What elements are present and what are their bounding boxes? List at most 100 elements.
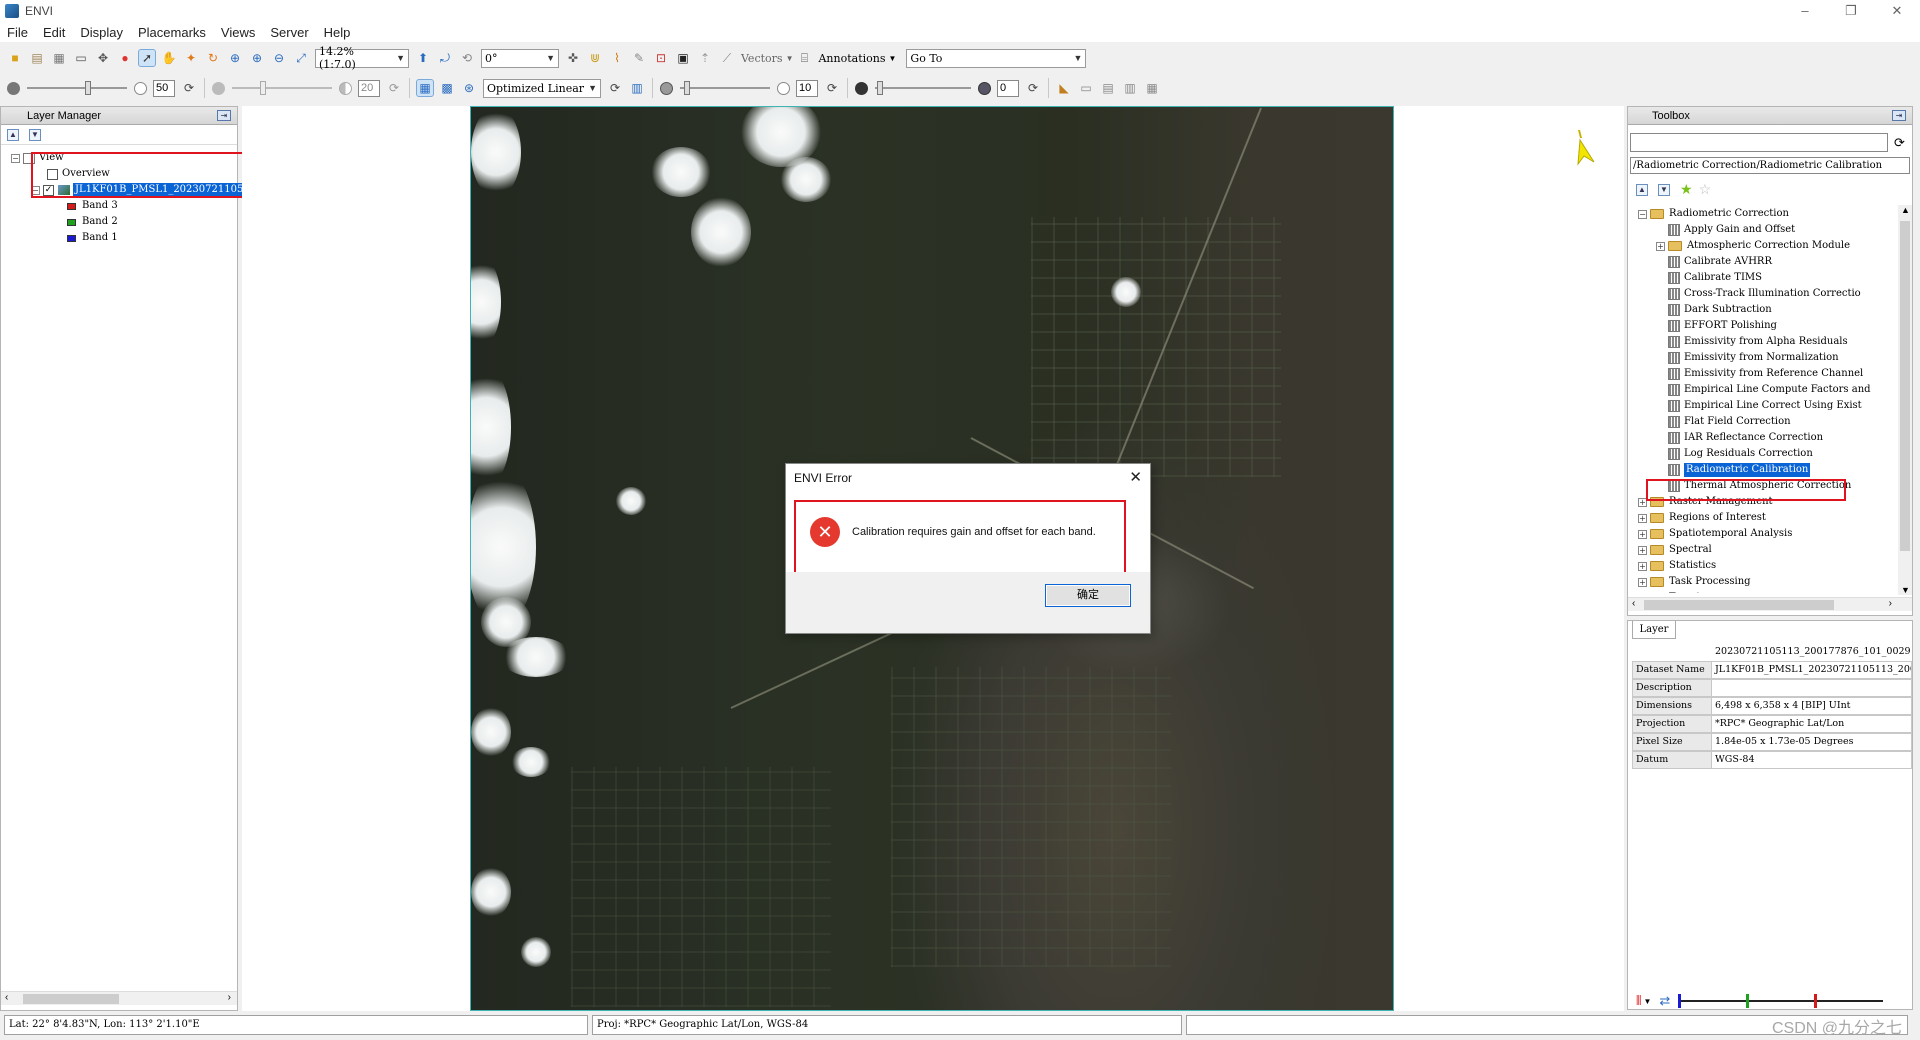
expand-all-icon[interactable]: ▼ [1658,183,1670,196]
toolbox-tool-item[interactable]: Radiometric Calibration [1656,463,1811,477]
reset-transparency-icon[interactable]: ⟳ [1025,80,1041,96]
tree-band-node[interactable]: Band 1 [67,231,118,245]
ok-button[interactable]: 确定 [1045,584,1131,607]
transparency-slider[interactable] [875,80,971,96]
toolbox-tool-item[interactable]: Empirical Line Correct Using Exist [1656,399,1862,413]
annotations-button[interactable]: Annotations [818,52,885,65]
menu-help[interactable]: Help [324,25,351,40]
menu-views[interactable]: Views [221,25,255,40]
save-tiff-icon[interactable]: ▦ [51,50,67,66]
tree-band-node[interactable]: Band 2 [67,215,118,229]
expand-icon[interactable]: + [1656,241,1665,251]
layer-manager-scrollbar[interactable]: ‹ › [1,991,237,1005]
crosshair-icon[interactable]: ✜ [565,50,581,66]
pan-view-icon[interactable]: ✥ [95,50,111,66]
tree-band-node[interactable]: Band 3 [67,199,118,213]
stretch-range-slider[interactable] [1678,994,1884,1008]
brightness-input[interactable]: 50 [153,79,175,97]
open-folder-icon[interactable]: ■ [7,50,23,66]
collapse-icon[interactable]: − [11,153,20,163]
toolbox-path-field[interactable]: /Radiometric Correction/Radiometric Cali… [1630,157,1910,174]
cycle-stretch-icon[interactable]: ⊛ [461,80,477,96]
minimize-button[interactable]: – [1782,0,1828,22]
link-icon[interactable]: ⇄ [1659,993,1670,1009]
layer-tab[interactable]: Layer [1632,621,1676,639]
toolbox-tool-item[interactable]: Cross-Track Illumination Correctio [1656,287,1861,301]
toolbox-tool-item[interactable]: IAR Reflectance Correction [1656,431,1823,445]
menu-file[interactable]: File [7,25,28,40]
toolbox-tool-item[interactable]: Flat Field Correction [1656,415,1791,429]
blend-icon[interactable]: ▭ [1078,80,1094,96]
data-manager-icon[interactable]: ▤ [29,50,45,66]
toolbox-tool-item[interactable]: Log Residuals Correction [1656,447,1813,461]
expand-icon[interactable]: + [1638,577,1647,587]
expand-icon[interactable]: + [1638,561,1647,571]
toolbox-tool-item[interactable]: Emissivity from Alpha Residuals [1656,335,1848,349]
reset-sharpen-icon[interactable]: ⟳ [824,80,840,96]
toolbox-tool-item[interactable]: Empirical Line Compute Factors and [1656,383,1871,397]
spectral-profile-icon[interactable]: ⌇ [609,50,625,66]
scroll-thumb[interactable] [23,994,119,1004]
toolbox-folder[interactable]: + Spatiotemporal Analysis [1638,527,1792,541]
transparency-input[interactable]: 0 [997,79,1019,97]
toolbox-folder[interactable]: + Spectral [1638,543,1712,557]
toolbox-folder[interactable]: +Terrain [1638,591,1706,593]
sharpen-slider[interactable] [680,80,770,96]
toolbox-tool-item[interactable]: Calibrate AVHRR [1656,255,1772,269]
menu-server[interactable]: Server [270,25,308,40]
scroll-right-icon[interactable]: › [1889,598,1892,609]
scroll-right-icon[interactable]: › [228,992,231,1003]
rotate-reset-icon[interactable]: ⟲ [459,50,475,66]
favorite-add-icon[interactable]: ☆ [1699,181,1712,198]
view-layout-icon[interactable]: ▦ [1144,80,1160,96]
scroll-down-icon[interactable]: ▼ [1901,585,1910,595]
chevron-down-icon[interactable]: ▼ [1643,997,1651,1006]
menu-placemarks[interactable]: Placemarks [138,25,206,40]
roi-tool-icon[interactable]: ⊡ [653,50,669,66]
fly-icon[interactable]: ✦ [183,50,199,66]
toolbox-tool-item[interactable]: Apply Gain and Offset [1656,223,1795,237]
favorite-icon[interactable]: ★ [1680,181,1693,198]
zoom-combo[interactable]: 14.2% (1:7.0) ▼ [315,45,409,71]
zoom-extent-icon[interactable]: ⤢ [293,50,309,66]
toolbox-search-input[interactable] [1630,133,1888,152]
contrast-input[interactable]: 20 [358,79,380,97]
collapse-icon[interactable]: − [1638,209,1647,219]
refresh-icon[interactable]: ⟳ [1894,135,1905,151]
maximize-button[interactable]: ❐ [1828,0,1874,22]
goto-combo[interactable]: Go To ▼ [906,48,1087,68]
brightness-slider[interactable] [27,80,127,96]
toolbox-tool-item[interactable]: Emissivity from Reference Channel [1656,367,1863,381]
contrast-slider[interactable] [232,80,332,96]
stretch-type-icon[interactable]: ▦ [416,79,434,97]
zoom-in-icon[interactable]: ⊕ [249,50,265,66]
vectors-button[interactable]: Vectors [741,52,783,65]
toolbox-folder-radiometric[interactable]: − Radiometric Correction [1638,207,1789,221]
edit-icon[interactable]: ✎ [631,50,647,66]
scroll-up-icon[interactable]: ▲ [1901,205,1910,215]
toolbox-tool-item[interactable]: Emissivity from Normalization [1656,351,1839,365]
rotate-step-icon[interactable]: ⤾ [437,50,453,66]
reset-brightness-icon[interactable]: ⟳ [181,80,197,96]
zoom-out-icon[interactable]: ⊖ [271,50,287,66]
expand-icon[interactable]: + [1638,513,1647,523]
green-marker[interactable] [1746,994,1750,1008]
toolbox-tool-item[interactable]: Calibrate TIMS [1656,271,1762,285]
placemark-icon[interactable]: ● [117,50,133,66]
scroll-thumb[interactable] [1644,600,1834,610]
toolbox-tool-item[interactable]: Dark Subtraction [1656,303,1772,317]
toolbox-vscrollbar[interactable]: ▲ ▼ [1898,205,1912,595]
scroll-left-icon[interactable]: ‹ [5,992,8,1003]
sharpen-input[interactable]: 10 [796,79,818,97]
menu-display[interactable]: Display [80,25,123,40]
display-icon[interactable]: ▭ [73,50,89,66]
zoom-icon[interactable]: ⊕ [227,50,243,66]
collapse-all-icon[interactable]: ▲ [7,128,19,141]
pin-icon[interactable]: ⇥ [1892,110,1906,121]
rotate-icon[interactable]: ↻ [205,50,221,66]
scroll-thumb[interactable] [1900,221,1910,551]
expand-all-icon[interactable]: ▼ [29,128,41,141]
close-window-button[interactable]: ✕ [1874,0,1920,22]
close-icon[interactable]: ✕ [1129,464,1142,492]
portal-icon[interactable]: ◣ [1056,80,1072,96]
